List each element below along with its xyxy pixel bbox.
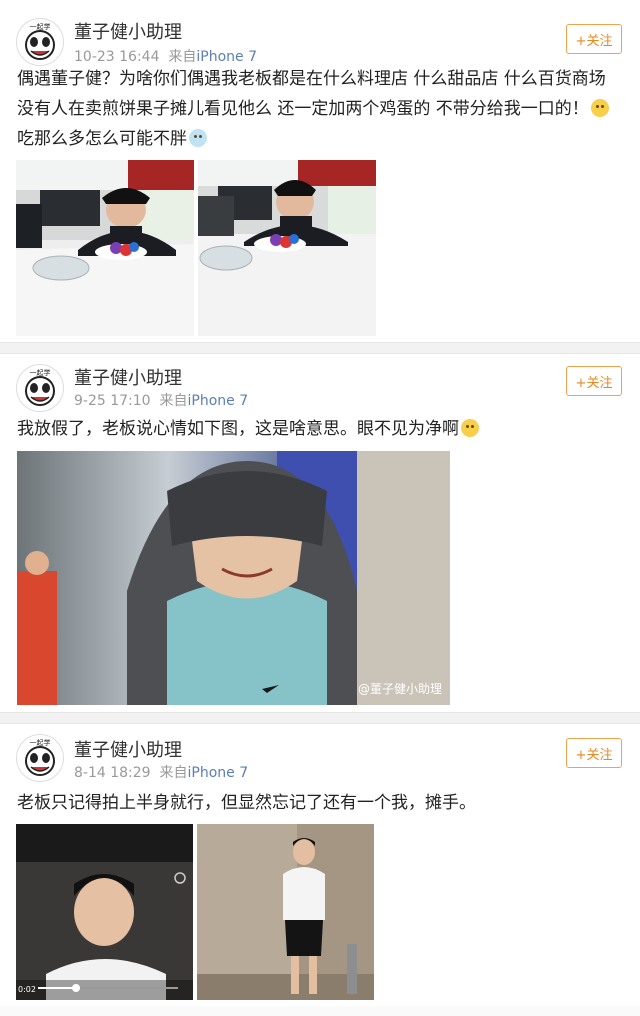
- post-source[interactable]: iPhone 7: [187, 765, 248, 781]
- post-body: 我放假了，老板说心情如下图，这是啥意思。眼不见为净啊: [17, 419, 459, 439]
- post-text: 偶遇董子健？为啥你们偶遇我老板都是在什么料理店 什么甜品店 什么百货商场 没有人…: [17, 64, 623, 154]
- post-body-2: 吃那么多怎么可能不胖: [17, 129, 187, 149]
- post-source[interactable]: iPhone 7: [196, 49, 257, 65]
- author-name[interactable]: 董子健小助理: [74, 736, 182, 762]
- shy-emoji-icon: [461, 419, 479, 437]
- svg-text:一起学: 一起学: [30, 368, 51, 377]
- avatar[interactable]: 一起学: [16, 18, 64, 66]
- author-name[interactable]: 董子健小助理: [74, 18, 182, 44]
- page-bottom: [0, 1006, 640, 1016]
- post-photo-fullbody[interactable]: [197, 824, 374, 1000]
- follow-button[interactable]: +关注: [566, 366, 622, 396]
- photo-watermark: @董子健小助理: [357, 682, 442, 696]
- smile-emoji-icon: [590, 99, 609, 117]
- post-time: 9-25 17:10: [74, 393, 151, 409]
- post-3: 一起学 董子健小助理 8-14 18:29 来自iPhone 7 +关注 老板只…: [0, 724, 640, 1016]
- author-name[interactable]: 董子健小助理: [74, 364, 182, 390]
- video-time: 0:02: [18, 985, 36, 994]
- post-time: 10-23 16:44: [74, 49, 160, 65]
- post-meta: 9-25 17:10 来自iPhone 7: [74, 390, 248, 410]
- post-time: 8-14 18:29: [74, 765, 151, 781]
- source-prefix: 来自: [168, 49, 197, 65]
- brand-logo-icon: [534, 985, 552, 1003]
- post-divider: [0, 342, 640, 354]
- footer-brand: 悟空问答: [534, 980, 628, 1006]
- post-divider: [0, 712, 640, 724]
- post-source[interactable]: iPhone 7: [187, 393, 248, 409]
- follow-button[interactable]: +关注: [566, 738, 622, 768]
- follow-button[interactable]: +关注: [566, 24, 622, 54]
- svg-text:一起学: 一起学: [30, 738, 51, 747]
- laugh-emoji-icon: [189, 129, 207, 147]
- post-photo-2[interactable]: [198, 160, 376, 336]
- source-prefix: 来自: [159, 765, 188, 781]
- avatar[interactable]: 一起学: [16, 734, 64, 782]
- post-photo-1[interactable]: [16, 160, 194, 336]
- post-1: 一起学 董子健小助理 10-23 16:44 来自iPhone 7 +关注 偶遇…: [0, 0, 640, 342]
- post-meta: 10-23 16:44 来自iPhone 7: [74, 46, 257, 66]
- source-prefix: 来自: [159, 393, 188, 409]
- post-body: 偶遇董子健？为啥你们偶遇我老板都是在什么料理店 什么甜品店 什么百货商场 没有人…: [17, 69, 606, 119]
- svg-text:一起学: 一起学: [30, 22, 51, 31]
- avatar[interactable]: 一起学: [16, 364, 64, 412]
- post-meta: 8-14 18:29 来自iPhone 7: [74, 762, 248, 782]
- post-2: 一起学 董子健小助理 9-25 17:10 来自iPhone 7 +关注 我放假…: [0, 354, 640, 712]
- post-text: 老板只记得拍上半身就行，但显然忘记了还有一个我，摊手。: [17, 788, 623, 818]
- post-body: 老板只记得拍上半身就行，但显然忘记了还有一个我，摊手。: [17, 793, 476, 813]
- post-text: 我放假了，老板说心情如下图，这是啥意思。眼不见为净啊: [17, 414, 623, 444]
- brand-text: 悟空问答: [556, 984, 628, 1005]
- post-photo-hoodie[interactable]: @董子健小助理: [17, 451, 450, 705]
- post-video-thumb[interactable]: 0:02: [16, 824, 193, 1000]
